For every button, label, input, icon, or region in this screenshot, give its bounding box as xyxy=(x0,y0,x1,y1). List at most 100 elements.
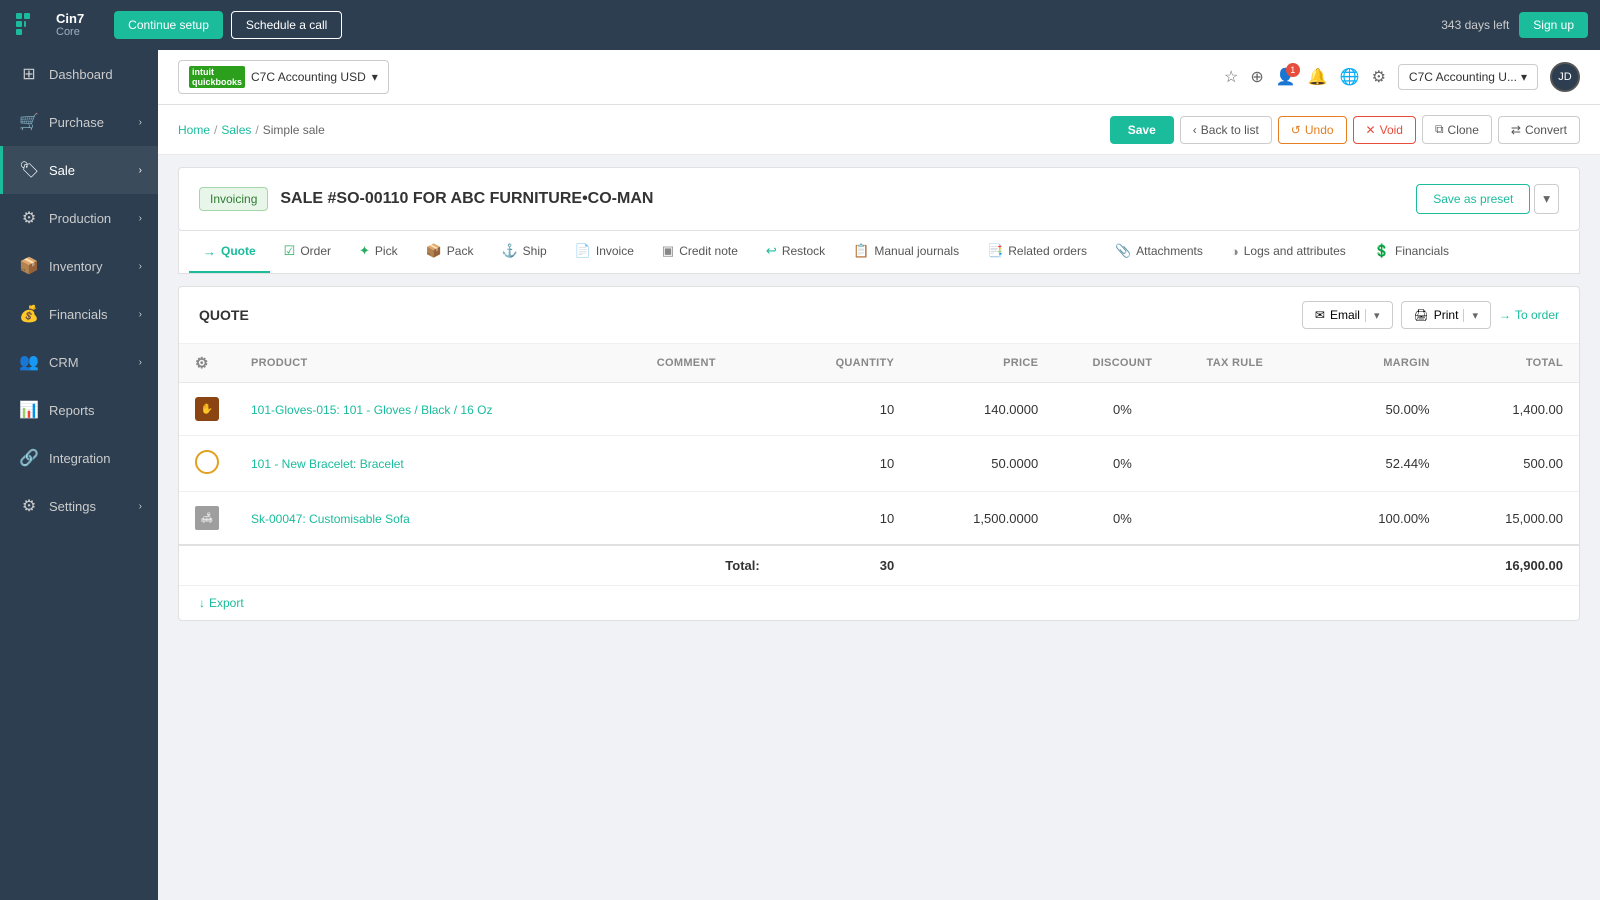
col-header-taxrule: TAX RULE xyxy=(1191,344,1322,383)
chevron-right-icon-sale: › xyxy=(139,165,142,176)
col-header-product: PRODUCT xyxy=(235,344,641,383)
settings-nav-icon[interactable]: ⚙ xyxy=(1372,67,1386,87)
dashboard-icon: ⊞ xyxy=(19,64,39,84)
email-button[interactable]: ✉ Email ▾ xyxy=(1302,301,1393,329)
row1-icon-cell: ✋ xyxy=(179,383,235,436)
tab-credit-note[interactable]: ▣ Credit note xyxy=(648,231,752,273)
days-left-text: 343 days left xyxy=(1441,18,1509,32)
col-header-total: TOTAL xyxy=(1446,344,1579,383)
sidebar-label-purchase: Purchase xyxy=(49,115,104,130)
tab-manual-journals[interactable]: 📋 Manual journals xyxy=(839,231,973,273)
undo-button[interactable]: ↺ Undo xyxy=(1278,116,1347,144)
breadcrumb-sales[interactable]: Sales xyxy=(221,123,251,137)
save-button[interactable]: Save xyxy=(1110,116,1174,144)
invoice-title: SALE #SO-00110 FOR ABC FURNITURE•CO-MAN xyxy=(280,190,653,208)
sidebar-item-sale[interactable]: 🏷 Sale › xyxy=(0,146,158,194)
save-as-preset-button[interactable]: Save as preset xyxy=(1416,184,1530,214)
sidebar-label-production: Production xyxy=(49,211,111,226)
email-icon: ✉ xyxy=(1315,308,1325,322)
to-order-button[interactable]: → To order xyxy=(1499,308,1559,322)
quote-section: QUOTE ✉ Email ▾ 🖨 Print ▾ → To order xyxy=(178,286,1580,621)
breadcrumb-current: Simple sale xyxy=(263,123,325,137)
export-button[interactable]: ↓ Export xyxy=(199,596,244,610)
row3-product-cell: Sk-00047: Customisable Sofa xyxy=(235,492,641,546)
breadcrumb: Home / Sales / Simple sale xyxy=(178,123,325,137)
row1-product-cell: 101-Gloves-015: 101 - Gloves / Black / 1… xyxy=(235,383,641,436)
product-link-1[interactable]: 101-Gloves-015: 101 - Gloves / Black / 1… xyxy=(251,403,492,417)
reports-icon: 📊 xyxy=(19,400,39,420)
top-navigation: Cin7 Core Continue setup Schedule a call… xyxy=(0,0,1600,50)
sidebar-item-inventory[interactable]: 📦 Inventory › xyxy=(0,242,158,290)
company-name: C7C Accounting U... xyxy=(1409,70,1517,84)
sidebar-item-financials[interactable]: 💰 Financials › xyxy=(0,290,158,338)
continue-setup-button[interactable]: Continue setup xyxy=(114,11,223,39)
sidebar-item-reports[interactable]: 📊 Reports xyxy=(0,386,158,434)
tab-pick[interactable]: ✦ Pick xyxy=(345,231,412,273)
secondary-nav: intuitquickbooks C7C Accounting USD ▾ ☆ … xyxy=(158,50,1600,105)
sidebar-label-sale: Sale xyxy=(49,163,75,178)
purchase-icon: 🛒 xyxy=(19,112,39,132)
pick-tab-icon: ✦ xyxy=(359,243,370,259)
tab-related-orders[interactable]: 📑 Related orders xyxy=(973,231,1101,273)
globe-icon[interactable]: 🌐 xyxy=(1340,67,1360,87)
convert-icon: ⇄ xyxy=(1511,123,1521,137)
void-icon: ✕ xyxy=(1366,123,1376,137)
export-icon: ↓ xyxy=(199,596,205,610)
chevron-right-icon-financials: › xyxy=(139,309,142,320)
row2-margin-cell: 52.44% xyxy=(1322,436,1446,492)
schedule-call-button[interactable]: Schedule a call xyxy=(231,11,342,39)
tab-pack[interactable]: 📦 Pack xyxy=(412,231,488,273)
tab-logs[interactable]: ◑ Logs and attributes xyxy=(1217,232,1360,273)
financials-icon: 💰 xyxy=(19,304,39,324)
breadcrumb-home[interactable]: Home xyxy=(178,123,210,137)
sidebar-item-dashboard[interactable]: ⊞ Dashboard xyxy=(0,50,158,98)
row1-taxrule-cell xyxy=(1191,383,1322,436)
star-icon[interactable]: ☆ xyxy=(1224,67,1238,87)
tab-quote[interactable]: → Quote xyxy=(189,232,270,273)
manual-journals-tab-icon: 📋 xyxy=(853,243,869,259)
chevron-right-icon-settings: › xyxy=(139,501,142,512)
location-icon[interactable]: ⊕ xyxy=(1250,67,1263,87)
quote-header: QUOTE ✉ Email ▾ 🖨 Print ▾ → To order xyxy=(179,287,1579,344)
row2-price-cell: 50.0000 xyxy=(910,436,1054,492)
quote-actions: ✉ Email ▾ 🖨 Print ▾ → To order xyxy=(1302,301,1559,329)
sidebar-item-crm[interactable]: 👥 CRM › xyxy=(0,338,158,386)
total-margin-empty xyxy=(1322,545,1446,585)
sidebar-item-settings[interactable]: ⚙ Settings › xyxy=(0,482,158,530)
sidebar-item-purchase[interactable]: 🛒 Purchase › xyxy=(0,98,158,146)
convert-button[interactable]: ⇄ Convert xyxy=(1498,116,1580,144)
tab-financials[interactable]: 💲 Financials xyxy=(1360,231,1463,273)
tab-restock[interactable]: ↩ Restock xyxy=(752,231,839,273)
void-button[interactable]: ✕ Void xyxy=(1353,116,1416,144)
action-buttons: Save ‹ Back to list ↺ Undo ✕ Void ⧉ Clon… xyxy=(1110,115,1580,144)
signup-button[interactable]: Sign up xyxy=(1519,12,1588,38)
tab-invoice[interactable]: 📄 Invoice xyxy=(561,231,648,273)
print-button[interactable]: 🖨 Print ▾ xyxy=(1401,301,1491,329)
sidebar-item-production[interactable]: ⚙ Production › xyxy=(0,194,158,242)
restock-tab-icon: ↩ xyxy=(766,243,777,259)
tab-order[interactable]: ☑ Order xyxy=(270,231,345,273)
user-avatar[interactable]: JD xyxy=(1550,62,1580,92)
clone-button[interactable]: ⧉ Clone xyxy=(1422,115,1492,144)
email-dropdown-arrow: ▾ xyxy=(1365,309,1380,322)
clone-icon: ⧉ xyxy=(1435,122,1444,137)
quote-tab-icon: → xyxy=(203,244,216,259)
row2-product-cell: 101 - New Bracelet: Bracelet xyxy=(235,436,641,492)
product-link-2[interactable]: 101 - New Bracelet: Bracelet xyxy=(251,457,404,471)
tab-ship[interactable]: ⚓ Ship xyxy=(487,231,560,273)
bell-icon[interactable]: 🔔 xyxy=(1308,67,1328,87)
chevron-right-icon: › xyxy=(139,117,142,128)
preset-dropdown-button[interactable]: ▾ xyxy=(1534,184,1559,214)
table-header: ⚙ PRODUCT COMMENT QUANTITY PRICE DISCOUN… xyxy=(179,344,1579,383)
back-to-list-button[interactable]: ‹ Back to list xyxy=(1180,116,1272,144)
sidebar-item-integration[interactable]: 🔗 Integration xyxy=(0,434,158,482)
product-link-3[interactable]: Sk-00047: Customisable Sofa xyxy=(251,512,410,526)
user-icon[interactable]: 👤 1 xyxy=(1276,67,1296,87)
quote-title: QUOTE xyxy=(199,307,249,323)
table-settings-gear[interactable]: ⚙ xyxy=(195,355,209,372)
company-selector[interactable]: C7C Accounting U... ▾ xyxy=(1398,64,1538,90)
tab-attachments[interactable]: 📎 Attachments xyxy=(1101,231,1217,273)
quickbooks-selector[interactable]: intuitquickbooks C7C Accounting USD ▾ xyxy=(178,60,389,94)
logo-text: Cin7 Core xyxy=(56,12,84,38)
top-nav-right: 343 days left Sign up xyxy=(1441,12,1588,38)
